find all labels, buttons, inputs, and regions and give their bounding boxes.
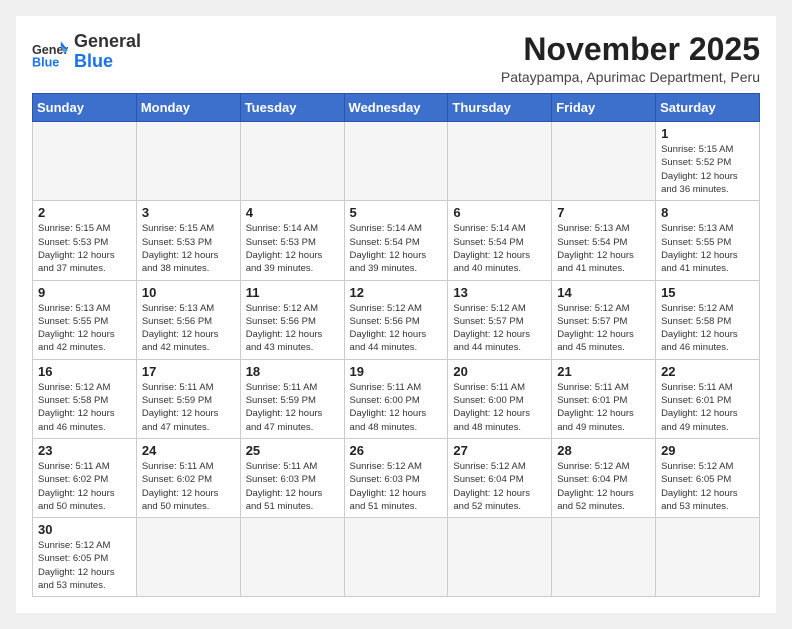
header-friday: Friday [552,94,656,122]
day-26: 26 Sunrise: 5:12 AMSunset: 6:03 PMDaylig… [344,438,448,517]
day-7: 7 Sunrise: 5:13 AMSunset: 5:54 PMDayligh… [552,201,656,280]
day-11: 11 Sunrise: 5:12 AMSunset: 5:56 PMDaylig… [240,280,344,359]
day-13: 13 Sunrise: 5:12 AMSunset: 5:57 PMDaylig… [448,280,552,359]
week-row-3: 9 Sunrise: 5:13 AMSunset: 5:55 PMDayligh… [33,280,760,359]
day-number: 1 [661,126,754,141]
day-8: 8 Sunrise: 5:13 AMSunset: 5:55 PMDayligh… [656,201,760,280]
header-wednesday: Wednesday [344,94,448,122]
day-28: 28 Sunrise: 5:12 AMSunset: 6:04 PMDaylig… [552,438,656,517]
week-row-4: 16 Sunrise: 5:12 AMSunset: 5:58 PMDaylig… [33,359,760,438]
empty-cell [448,518,552,597]
empty-cell [656,518,760,597]
logo-icon: General Blue [32,34,68,70]
location-title: Pataypampa, Apurimac Department, Peru [501,69,760,85]
empty-cell [344,518,448,597]
day-9: 9 Sunrise: 5:13 AMSunset: 5:55 PMDayligh… [33,280,137,359]
empty-cell [552,518,656,597]
day-info: Sunrise: 5:15 AM Sunset: 5:52 PM Dayligh… [661,143,754,196]
day-16: 16 Sunrise: 5:12 AMSunset: 5:58 PMDaylig… [33,359,137,438]
day-18: 18 Sunrise: 5:11 AMSunset: 5:59 PMDaylig… [240,359,344,438]
day-19: 19 Sunrise: 5:11 AMSunset: 6:00 PMDaylig… [344,359,448,438]
title-block: November 2025 Pataypampa, Apurimac Depar… [501,32,760,85]
day-10: 10 Sunrise: 5:13 AMSunset: 5:56 PMDaylig… [136,280,240,359]
day-1: 1 Sunrise: 5:15 AM Sunset: 5:52 PM Dayli… [656,122,760,201]
day-6: 6 Sunrise: 5:14 AMSunset: 5:54 PMDayligh… [448,201,552,280]
empty-cell [552,122,656,201]
logo: General Blue General Blue [32,32,141,72]
day-29: 29 Sunrise: 5:12 AMSunset: 6:05 PMDaylig… [656,438,760,517]
day-21: 21 Sunrise: 5:11 AMSunset: 6:01 PMDaylig… [552,359,656,438]
day-5: 5 Sunrise: 5:14 AMSunset: 5:54 PMDayligh… [344,201,448,280]
empty-cell [136,122,240,201]
svg-text:Blue: Blue [32,55,59,69]
day-24: 24 Sunrise: 5:11 AMSunset: 6:02 PMDaylig… [136,438,240,517]
logo-blue: Blue [74,51,113,71]
header-saturday: Saturday [656,94,760,122]
weekday-header-row: Sunday Monday Tuesday Wednesday Thursday… [33,94,760,122]
empty-cell [344,122,448,201]
month-title: November 2025 [501,32,760,67]
week-row-5: 23 Sunrise: 5:11 AMSunset: 6:02 PMDaylig… [33,438,760,517]
day-25: 25 Sunrise: 5:11 AMSunset: 6:03 PMDaylig… [240,438,344,517]
day-17: 17 Sunrise: 5:11 AMSunset: 5:59 PMDaylig… [136,359,240,438]
day-12: 12 Sunrise: 5:12 AMSunset: 5:56 PMDaylig… [344,280,448,359]
day-22: 22 Sunrise: 5:11 AMSunset: 6:01 PMDaylig… [656,359,760,438]
day-20: 20 Sunrise: 5:11 AMSunset: 6:00 PMDaylig… [448,359,552,438]
day-2: 2 Sunrise: 5:15 AMSunset: 5:53 PMDayligh… [33,201,137,280]
logo-text: General Blue [74,32,141,72]
header-sunday: Sunday [33,94,137,122]
empty-cell [136,518,240,597]
day-4: 4 Sunrise: 5:14 AMSunset: 5:53 PMDayligh… [240,201,344,280]
day-3: 3 Sunrise: 5:15 AMSunset: 5:53 PMDayligh… [136,201,240,280]
header-thursday: Thursday [448,94,552,122]
day-15: 15 Sunrise: 5:12 AMSunset: 5:58 PMDaylig… [656,280,760,359]
day-23: 23 Sunrise: 5:11 AMSunset: 6:02 PMDaylig… [33,438,137,517]
header: General Blue General Blue November 2025 … [32,32,760,85]
week-row-2: 2 Sunrise: 5:15 AMSunset: 5:53 PMDayligh… [33,201,760,280]
week-row-6: 30 Sunrise: 5:12 AMSunset: 6:05 PMDaylig… [33,518,760,597]
calendar-table: Sunday Monday Tuesday Wednesday Thursday… [32,93,760,597]
header-monday: Monday [136,94,240,122]
calendar-page: General Blue General Blue November 2025 … [16,16,776,613]
day-14: 14 Sunrise: 5:12 AMSunset: 5:57 PMDaylig… [552,280,656,359]
day-27: 27 Sunrise: 5:12 AMSunset: 6:04 PMDaylig… [448,438,552,517]
week-row-1: 1 Sunrise: 5:15 AM Sunset: 5:52 PM Dayli… [33,122,760,201]
empty-cell [240,122,344,201]
day-30: 30 Sunrise: 5:12 AMSunset: 6:05 PMDaylig… [33,518,137,597]
header-tuesday: Tuesday [240,94,344,122]
empty-cell [33,122,137,201]
empty-cell [240,518,344,597]
empty-cell [448,122,552,201]
